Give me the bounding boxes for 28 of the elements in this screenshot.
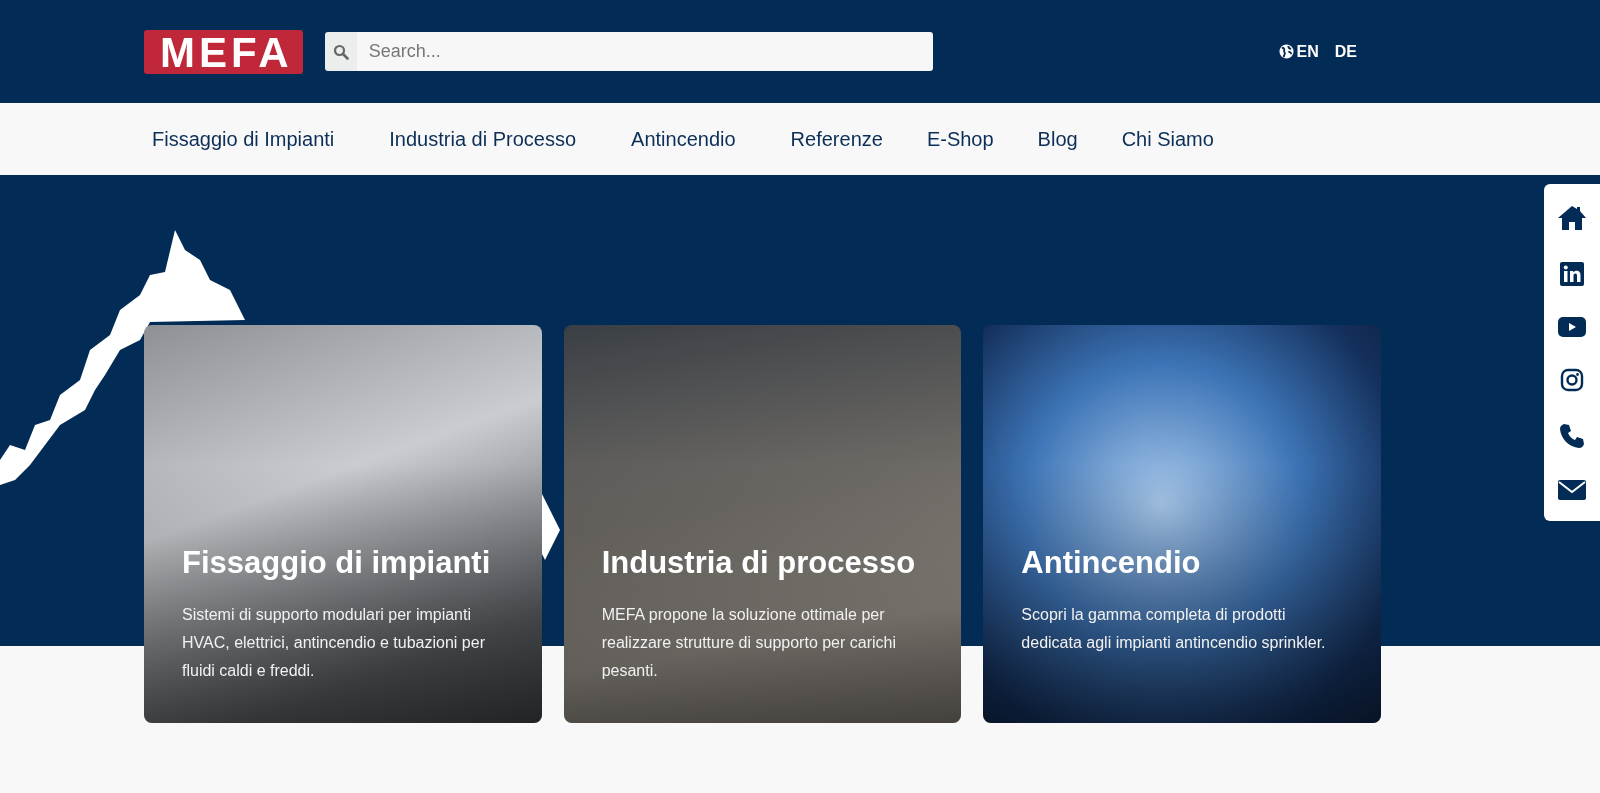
nav-link[interactable]: E-Shop	[926, 124, 994, 154]
nav-link[interactable]: Chi Siamo	[1121, 124, 1214, 154]
nav-link[interactable]: Blog	[1037, 124, 1078, 154]
linkedin-icon[interactable]	[1560, 262, 1584, 287]
video-play-icon[interactable]	[1558, 317, 1586, 338]
photo-card[interactable]: Fissaggio di impianti Sistemi di supporto modulari per impianti HVAC, elettrici, antincendio e tubazioni per fluidi caldi e freddi.	[144, 325, 542, 723]
language-link[interactable]: DE	[1334, 39, 1357, 64]
nav-link[interactable]: Referenze	[790, 124, 883, 154]
search-icon	[332, 43, 349, 60]
card-description: Scopri la gamma completa di prodotti dedicata agli impianti antincendio sprinkler.	[1021, 605, 1327, 653]
card-description: Sistemi di supporto modulari per impianti HVAC, elettrici, antincendio e tubazioni per fluidi caldi e freddi.	[182, 605, 486, 681]
mail-icon[interactable]	[1558, 479, 1586, 500]
photo-card[interactable]: Antincendio Scopri la gamma completa di prodotti dedicata agli impianti antincendio sprinkler.	[983, 325, 1381, 723]
search-field[interactable]: Search...	[356, 32, 933, 71]
home-icon[interactable]	[1557, 205, 1587, 232]
phone-icon[interactable]	[1559, 422, 1585, 449]
photo-card[interactable]: Industria di processo MEFA propone la soluzione ottimale per realizzare strutture di supporto per carichi pesanti.	[563, 325, 962, 723]
logo[interactable]: MEFA	[144, 29, 303, 74]
card-title: Fissaggio di impianti	[182, 543, 492, 581]
language-link[interactable]: EN	[1296, 39, 1319, 64]
nav-link[interactable]: Antincendio	[631, 124, 736, 154]
card-title: Antincendio	[1021, 543, 1202, 581]
globe-icon	[1278, 44, 1294, 59]
card-title: Industria di processo	[601, 543, 917, 581]
nav-link[interactable]: Fissaggio di Impianti	[152, 124, 335, 154]
nav-link[interactable]: Industria di Processo	[389, 124, 577, 154]
camera-icon[interactable]	[1560, 367, 1584, 392]
card-description: MEFA propone la soluzione ottimale per realizzare strutture di supporto per carichi pesanti.	[601, 605, 898, 681]
